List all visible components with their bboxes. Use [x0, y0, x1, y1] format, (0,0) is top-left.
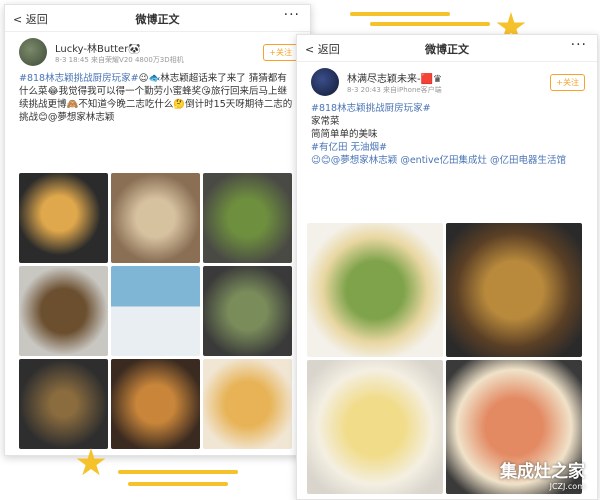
decor-stripe	[118, 470, 238, 474]
avatar[interactable]	[19, 38, 47, 66]
food-photo[interactable]	[203, 266, 292, 356]
more-icon[interactable]: ···	[284, 7, 300, 23]
post-text: #818林志颖挑战厨房玩家# 家常菜 简简单单的美味 #有亿田 无油烟# 😉😊@…	[297, 102, 597, 167]
hashtag-link[interactable]: #818林志颖挑战厨房玩家#	[19, 73, 139, 84]
food-photo[interactable]	[19, 173, 108, 263]
follow-button[interactable]: +关注	[263, 44, 298, 61]
person-photo[interactable]	[111, 266, 200, 356]
nav-bar: < 返回 微博正文 ···	[5, 5, 310, 32]
food-photo[interactable]	[307, 223, 443, 357]
food-photo[interactable]	[19, 266, 108, 356]
follow-button[interactable]: +关注	[550, 74, 585, 91]
weibo-post-card-2: < 返回 微博正文 ··· 林满尽志颖未来-🟥♛ 8-3 20:43 来自iPh…	[296, 34, 598, 500]
hashtag-link[interactable]: #有亿田 无油烟#	[311, 141, 583, 154]
post-meta: 8-3 20:43 来自iPhone客户端	[347, 86, 442, 94]
username[interactable]: 林满尽志颖未来-🟥♛	[347, 70, 442, 85]
food-photo[interactable]	[111, 359, 200, 449]
post-line: 简简单单的美味	[311, 129, 378, 140]
post-header: 林满尽志颖未来-🟥♛ 8-3 20:43 来自iPhone客户端 +关注	[297, 62, 597, 102]
photo-grid	[19, 173, 292, 449]
food-photo[interactable]	[111, 173, 200, 263]
nav-bar: < 返回 微博正文 ···	[297, 35, 597, 62]
page-title: 微博正文	[425, 43, 469, 56]
post-meta: 8-3 18:45 来自荣耀V20 4800万3D相机	[55, 56, 184, 64]
food-photo[interactable]	[19, 359, 108, 449]
food-photo[interactable]	[203, 359, 292, 449]
avatar[interactable]	[311, 68, 339, 96]
decor-stripe	[350, 12, 450, 16]
decor-stripe	[128, 482, 228, 486]
watermark: 集成灶之家 JCZJ.com	[500, 457, 585, 491]
food-photo[interactable]	[307, 360, 443, 494]
mention-links[interactable]: 😉😊@夢想家林志颖 @entive亿田集成灶 @亿田电器生活馆	[311, 154, 583, 167]
post-text: #818林志颖挑战厨房玩家#😉🐟林志颖超话来了来了 猜猜都有什么菜😂我觉得我可以…	[5, 72, 310, 124]
decor-stripe	[370, 22, 490, 26]
hashtag-link[interactable]: #818林志颖挑战厨房玩家#	[311, 102, 583, 115]
food-photo[interactable]	[203, 173, 292, 263]
username[interactable]: Lucky-林Butter🐼	[55, 40, 141, 55]
watermark-sub: JCZJ.com	[549, 482, 585, 491]
post-line: 家常菜	[311, 116, 340, 127]
watermark-main: 集成灶之家	[500, 462, 585, 482]
post-header: Lucky-林Butter🐼 8-3 18:45 来自荣耀V20 4800万3D…	[5, 32, 310, 72]
food-photo[interactable]	[446, 223, 582, 357]
more-icon[interactable]: ···	[571, 37, 587, 53]
photo-grid	[307, 223, 582, 494]
page-title: 微博正文	[135, 13, 180, 26]
weibo-post-card-1: < 返回 微博正文 ··· Lucky-林Butter🐼 8-3 18:45 来…	[4, 4, 311, 456]
